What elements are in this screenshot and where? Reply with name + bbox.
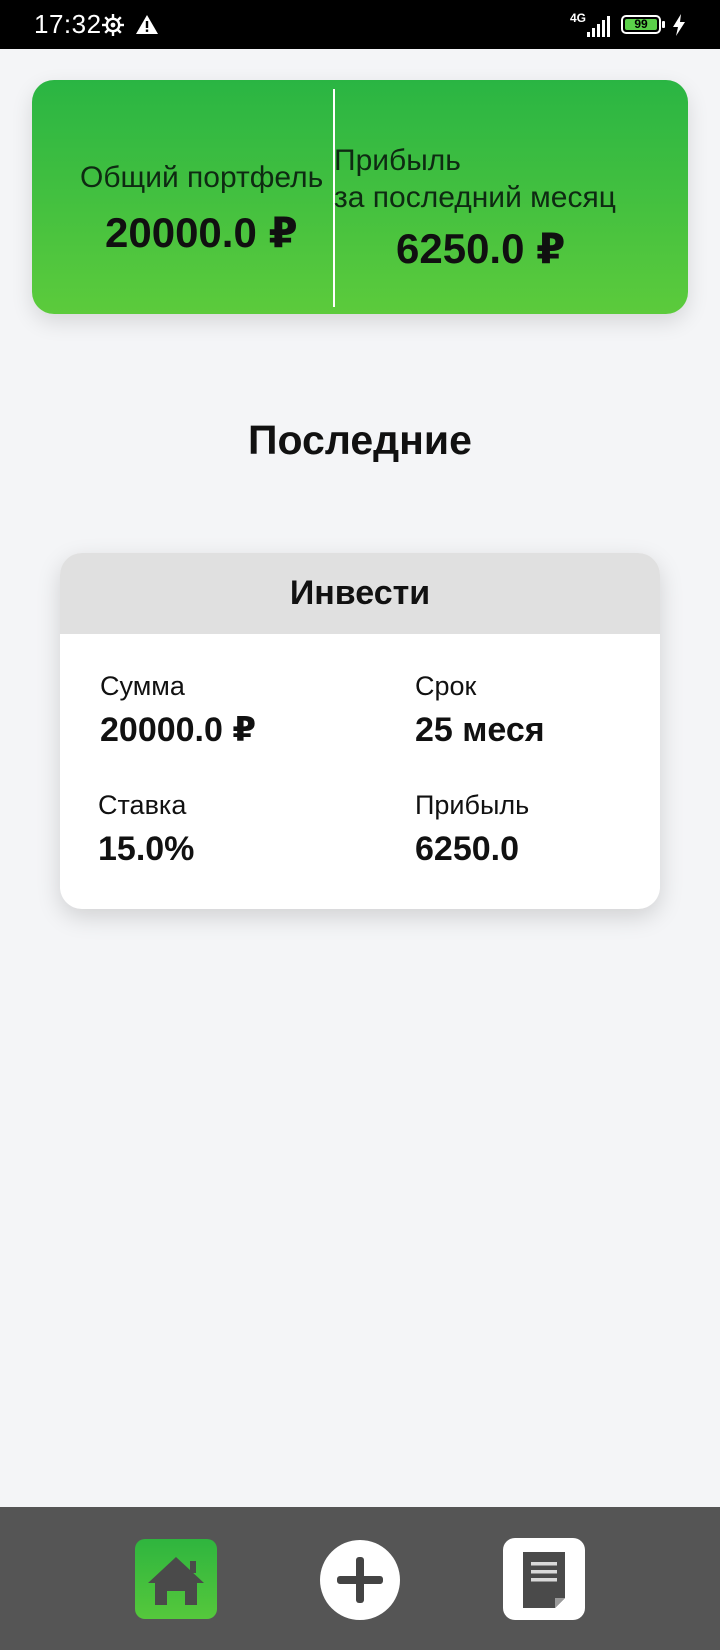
bottom-navigation <box>0 1507 720 1650</box>
status-bar: 17:32 4G 99 <box>0 0 720 49</box>
battery-level: 99 <box>625 18 657 30</box>
portfolio-total-label: Общий портфель <box>80 161 324 194</box>
term-value: 25 меся <box>415 711 545 749</box>
profit-value: 6250.0 <box>415 830 519 868</box>
status-time: 17:32 <box>34 9 102 39</box>
rate-value: 15.0% <box>98 830 195 868</box>
alert-triangle-icon <box>135 14 159 40</box>
network-type-label: 4G <box>570 11 587 25</box>
nav-documents-button[interactable] <box>503 1538 585 1620</box>
settings-gear-icon <box>101 13 125 42</box>
monthly-profit-label-line1: Прибыль <box>334 144 461 177</box>
monthly-profit-label-line2: за последний месяц <box>334 181 616 214</box>
amount-value: 20000.0 ₽ <box>100 711 257 749</box>
signal-icon <box>587 13 615 42</box>
investment-card-header: Инвести <box>60 553 660 634</box>
profit-label: Прибыль <box>415 790 530 820</box>
portfolio-summary-card: Общий портфель 20000.0 ₽ Прибыль за посл… <box>32 80 688 314</box>
monthly-profit-value: 6250.0 ₽ <box>396 225 566 272</box>
portfolio-total-value: 20000.0 ₽ <box>105 209 298 256</box>
battery-icon: 99 <box>621 15 665 34</box>
amount-label: Сумма <box>100 671 185 701</box>
charging-bolt-icon <box>672 14 686 41</box>
term-label: Срок <box>415 671 477 701</box>
investment-title: Инвести <box>289 574 431 612</box>
rate-label: Ставка <box>98 790 187 820</box>
monthly-profit-label: Прибыль за последний месяц <box>334 142 616 216</box>
nav-add-button[interactable] <box>320 1540 400 1620</box>
investment-card[interactable]: Инвести Сумма 20000.0 ₽ Срок 25 меся Ста… <box>60 553 660 909</box>
home-icon <box>148 1557 204 1605</box>
plus-icon <box>337 1557 383 1603</box>
document-icon <box>523 1552 565 1608</box>
recent-section-title: Последние <box>248 417 472 463</box>
nav-home-button[interactable] <box>135 1539 217 1619</box>
